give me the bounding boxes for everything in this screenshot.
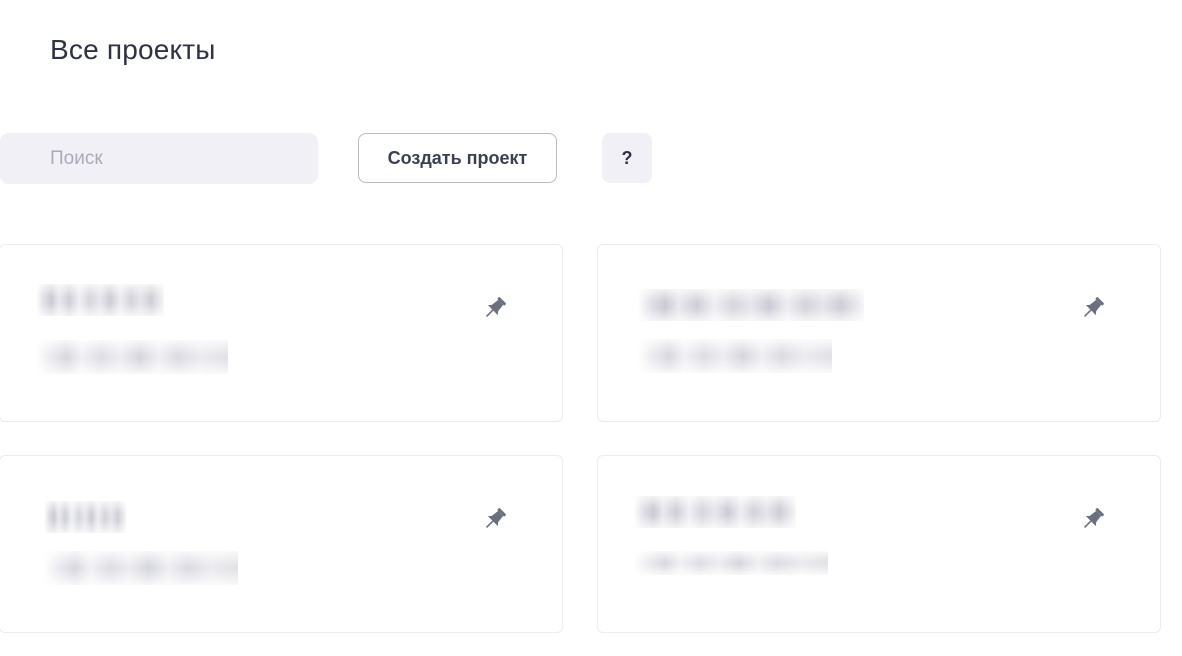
project-card[interactable] (0, 244, 563, 422)
pushpin-icon[interactable] (1078, 293, 1108, 323)
create-project-button[interactable]: Создать проект (358, 133, 557, 183)
pushpin-icon[interactable] (1078, 504, 1108, 534)
project-card[interactable] (597, 455, 1161, 633)
project-name-redacted (638, 289, 864, 321)
help-button[interactable]: ? (602, 133, 652, 183)
pushpin-icon[interactable] (480, 293, 510, 323)
search-input[interactable] (0, 133, 318, 184)
project-description-redacted (634, 551, 828, 575)
project-name-redacted (634, 496, 796, 528)
project-card[interactable] (0, 455, 563, 633)
project-description-redacted (44, 551, 238, 585)
pushpin-icon[interactable] (480, 504, 510, 534)
project-name-redacted (44, 501, 126, 533)
projects-page: Все проекты Создать проект ? (0, 0, 1182, 656)
project-name-redacted (36, 284, 164, 316)
project-description-redacted (638, 339, 832, 373)
toolbar: Создать проект ? (0, 133, 700, 185)
project-card[interactable] (597, 244, 1161, 422)
project-description-redacted (36, 340, 228, 374)
page-title: Все проекты (50, 34, 216, 65)
